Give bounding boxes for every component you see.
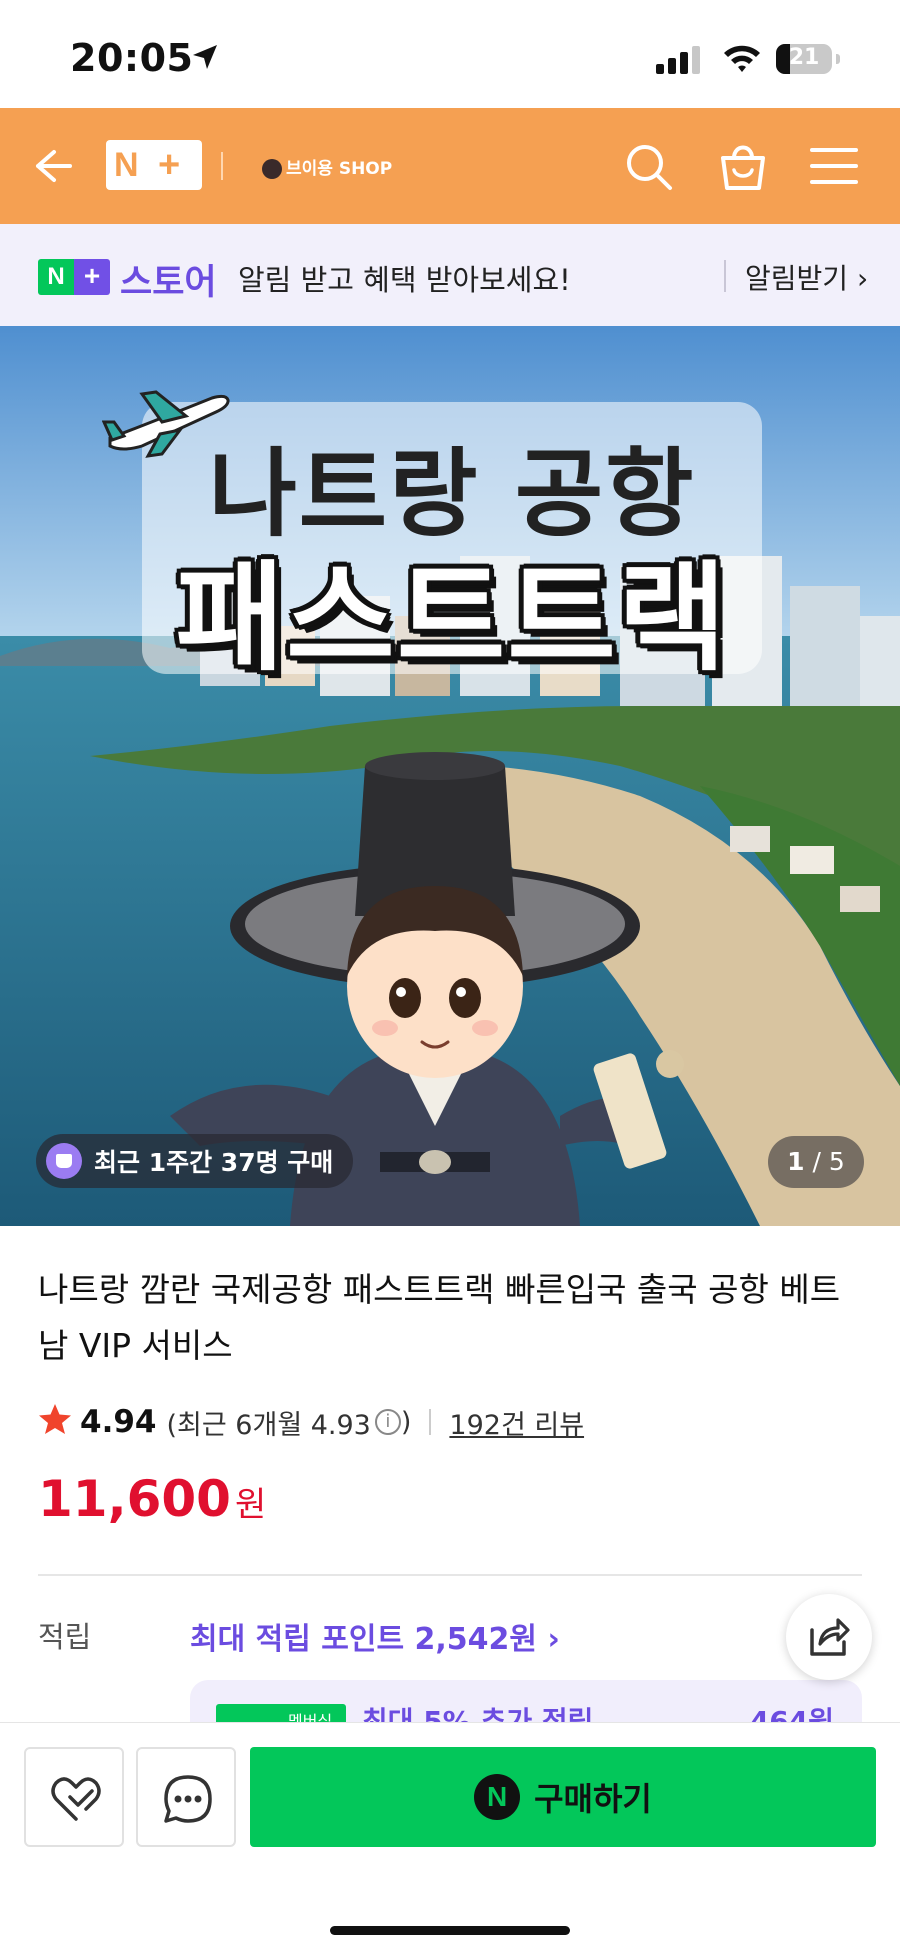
app-header: N + 브이용 SHOP	[0, 108, 900, 224]
notice-divider	[724, 260, 726, 292]
recent-purchase-badge: 최근 1주간 37명 구매	[36, 1134, 354, 1188]
shop-name[interactable]: 브이용 SHOP	[262, 154, 392, 179]
points-label: 적립	[38, 1620, 92, 1654]
shopping-bag-badge-icon	[46, 1143, 82, 1179]
battery-level: 21	[788, 45, 820, 70]
search-icon[interactable]	[624, 142, 674, 196]
product-image-carousel[interactable]: 나트랑 공항 패스트트랙 최근 1주간 37명 구매 1 / 5	[0, 326, 900, 1226]
status-time: 20:05	[70, 36, 194, 80]
info-icon[interactable]: i	[374, 1409, 401, 1435]
buy-button-label: 구매하기	[534, 1780, 652, 1818]
wifi-icon	[722, 42, 762, 78]
image-pager: 1 / 5	[768, 1136, 864, 1188]
bottom-action-bar: N 구매하기	[0, 1722, 900, 1949]
shopping-bag-icon[interactable]	[718, 140, 768, 196]
max-points-link[interactable]: 최대 적립 포인트 2,542원 ›	[190, 1614, 560, 1658]
location-arrow-icon	[190, 42, 220, 76]
shop-logo-icon	[262, 159, 282, 179]
price-unit: 원	[234, 1485, 267, 1525]
price-amount: 11,600	[38, 1470, 231, 1528]
home-indicator	[330, 1926, 570, 1935]
rating-divider	[429, 1409, 432, 1435]
back-arrow-icon[interactable]	[30, 144, 74, 192]
talk-button[interactable]	[136, 1747, 236, 1847]
naver-plus-logo[interactable]: N +	[106, 140, 202, 190]
naver-pay-icon: N	[474, 1774, 521, 1820]
share-icon	[810, 1618, 850, 1656]
review-count-link[interactable]: 192건 리뷰	[449, 1403, 584, 1442]
hero-title-line2: 패스트트랙	[175, 549, 729, 687]
price: 11,600 원	[38, 1470, 266, 1528]
rating-row: 4.94 (최근 6개월 4.93 i ) 192건 리뷰	[38, 1400, 584, 1444]
star-icon	[38, 1403, 72, 1442]
product-title: 나트랑 깜란 국제공항 패스트트랙 빠른입국 출국 공항 베트남 VIP 서비스	[38, 1270, 841, 1365]
buy-button[interactable]: N 구매하기	[250, 1747, 876, 1847]
store-notification-banner[interactable]: N + 스토어 알림 받고 혜택 받아보세요! 알림받기 ›	[0, 224, 900, 327]
pager-total: / 5	[812, 1147, 845, 1176]
subscribe-alert-button[interactable]: 알림받기 ›	[745, 257, 868, 297]
hamburger-menu-icon[interactable]	[810, 146, 858, 190]
naver-plus-store-logo: N +	[38, 259, 110, 295]
section-divider	[38, 1574, 862, 1576]
battery-icon: 21	[776, 44, 840, 74]
store-word: 스토어	[120, 263, 217, 303]
status-bar: 20:05 21	[0, 0, 900, 108]
recent-rating-close: )	[400, 1406, 412, 1438]
heart-check-icon	[51, 1777, 101, 1821]
cellular-signal-icon	[656, 46, 702, 78]
chat-bubble-icon	[164, 1775, 212, 1823]
notice-message: 알림 받고 혜택 받아보세요!	[238, 263, 571, 297]
header-divider	[221, 152, 223, 180]
recent-rating: (최근 6개월 4.93	[166, 1409, 371, 1441]
share-button[interactable]	[786, 1594, 872, 1680]
recent-purchase-text: 최근 1주간 37명 구매	[94, 1148, 334, 1177]
rating-score: 4.94	[80, 1404, 157, 1440]
pager-current: 1	[787, 1147, 805, 1176]
wishlist-button[interactable]	[24, 1747, 124, 1847]
